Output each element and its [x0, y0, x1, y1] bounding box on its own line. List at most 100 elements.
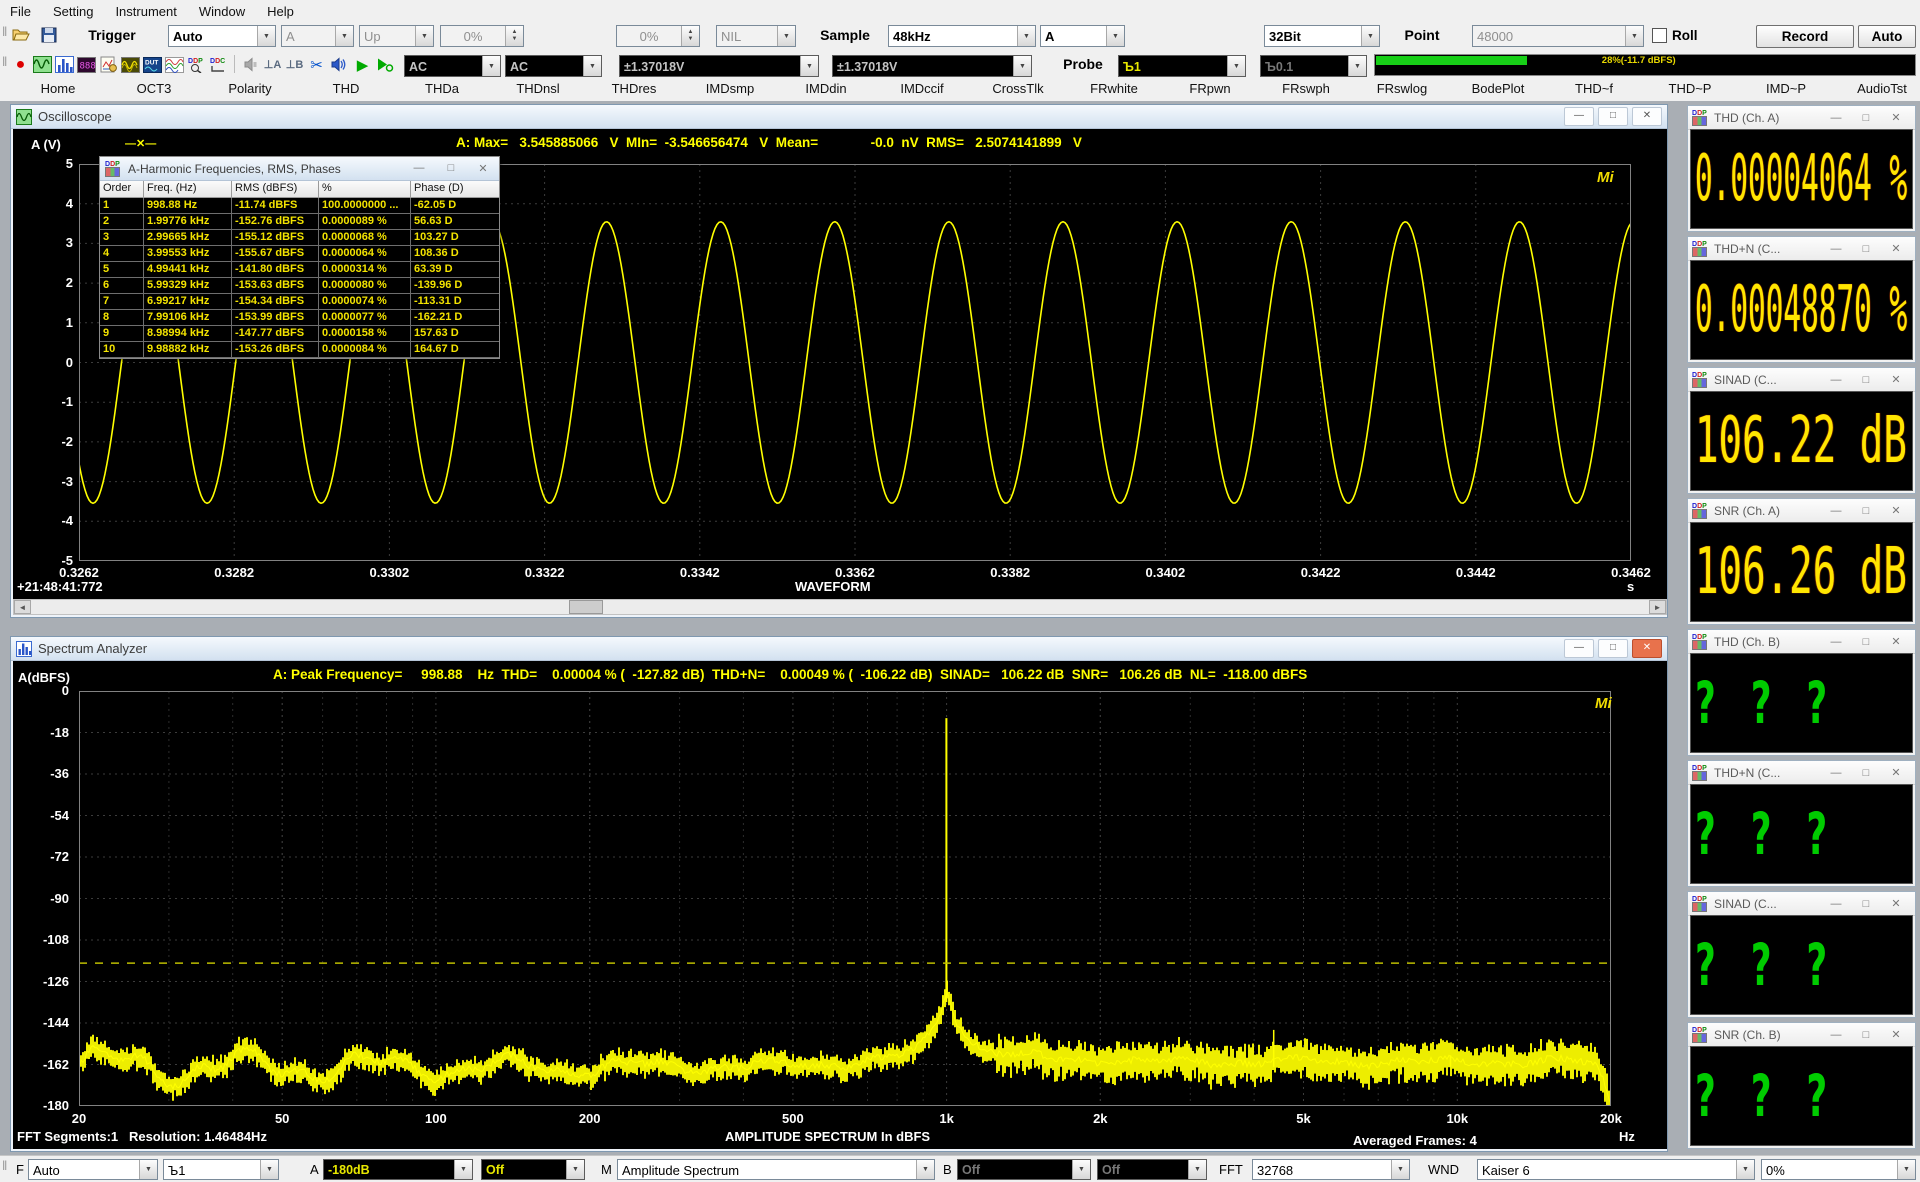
derived-data-icon[interactable]: [164, 54, 185, 75]
a-range-select[interactable]: -180dB▼: [323, 1159, 473, 1180]
maximize-button[interactable]: □: [1851, 112, 1881, 124]
view-mode-select[interactable]: Amplitude Spectrum▼: [617, 1159, 935, 1180]
maximize-button[interactable]: □: [1851, 505, 1881, 517]
chevron-down-icon[interactable]: ▼: [1897, 1160, 1915, 1179]
range-b-select[interactable]: ±1.37018V▼: [832, 55, 1032, 77]
b-mode-select[interactable]: Off▼: [1097, 1159, 1207, 1180]
table-row[interactable]: 5 4.99441 kHz -141.80 dBFS 0.0000314 % 6…: [100, 262, 499, 278]
b-range-select[interactable]: Off▼: [957, 1159, 1091, 1180]
close-button[interactable]: ✕: [1881, 111, 1911, 124]
chevron-down-icon[interactable]: ▼: [482, 56, 500, 76]
chevron-down-icon[interactable]: ▼: [566, 1160, 584, 1179]
record-button[interactable]: Record: [1756, 25, 1854, 48]
close-button[interactable]: ✕: [1881, 766, 1911, 779]
chevron-down-icon[interactable]: ▼: [139, 1160, 157, 1179]
roll-checkbox[interactable]: Roll: [1652, 28, 1698, 43]
table-row[interactable]: 3 2.99665 kHz -155.12 dBFS 0.0000068 % 1…: [100, 230, 499, 246]
data-logger-icon[interactable]: [98, 54, 119, 75]
maximize-button[interactable]: □: [1851, 898, 1881, 910]
table-row[interactable]: 4 3.99553 kHz -155.67 dBFS 0.0000064 % 1…: [100, 246, 499, 262]
chevron-down-icon[interactable]: ▼: [1227, 56, 1245, 76]
ddp-panel-titlebar[interactable]: DDP SINAD (C... — □ ✕: [1688, 368, 1915, 392]
fft-size-select[interactable]: 32768▼: [1252, 1159, 1410, 1180]
hotkey-tab[interactable]: IMDsmp: [682, 78, 778, 101]
minimize-button[interactable]: —: [1821, 767, 1851, 779]
hotkey-tab[interactable]: THD: [298, 78, 394, 101]
hotkey-tab[interactable]: BodePlot: [1450, 78, 1546, 101]
table-row[interactable]: 10 9.98882 kHz -153.26 dBFS 0.0000084 % …: [100, 342, 499, 358]
menu-item[interactable]: Window: [199, 4, 245, 19]
record-icon[interactable]: ●: [10, 54, 31, 75]
table-column-header[interactable]: RMS (dBFS): [232, 181, 319, 198]
freq-scale-select[interactable]: Auto▼: [28, 1159, 158, 1180]
hotkey-tab[interactable]: FRpwn: [1162, 78, 1258, 101]
hotkey-tab[interactable]: OCT3: [106, 78, 202, 101]
checkbox-box[interactable]: [1652, 28, 1667, 43]
open-file-icon[interactable]: [10, 24, 31, 45]
chevron-down-icon[interactable]: ▼: [1361, 26, 1379, 46]
spectrum-plot[interactable]: [79, 691, 1611, 1106]
ground-b-icon[interactable]: ⊥B: [284, 54, 305, 75]
hotkey-tab[interactable]: THDnsl: [490, 78, 586, 101]
table-column-header[interactable]: Phase (D): [411, 181, 499, 198]
toolbar-grip[interactable]: ‖: [2, 1158, 5, 1173]
minimize-button[interactable]: —: [1564, 639, 1594, 658]
range-a-select[interactable]: ±1.37018V▼: [619, 55, 819, 77]
trigger-delay-spinner[interactable]: 0% ▲▼: [616, 25, 700, 47]
trigger-source-select[interactable]: A▼: [281, 25, 354, 47]
hotkey-tab[interactable]: THDa: [394, 78, 490, 101]
bit-depth-select[interactable]: 32Bit▼: [1264, 25, 1380, 47]
close-button[interactable]: ✕: [472, 162, 494, 175]
maximize-button[interactable]: □: [1851, 636, 1881, 648]
spectrum-analyzer-icon[interactable]: [54, 54, 75, 75]
ddp-panel-titlebar[interactable]: DDP THD (Ch. B) — □ ✕: [1688, 630, 1915, 654]
chevron-down-icon[interactable]: ▼: [1391, 1160, 1409, 1179]
oscilloscope-titlebar[interactable]: Oscilloscope — □ ✕: [11, 105, 1667, 129]
hotkey-tab[interactable]: IMDccif: [874, 78, 970, 101]
menu-item[interactable]: File: [10, 4, 31, 19]
table-row[interactable]: 8 7.99106 kHz -153.99 dBFS 0.0000077 % -…: [100, 310, 499, 326]
minimize-button[interactable]: —: [408, 162, 430, 175]
hotkey-tab[interactable]: IMDdin: [778, 78, 874, 101]
hotkey-tab[interactable]: THD~f: [1546, 78, 1642, 101]
maximize-button[interactable]: □: [1851, 243, 1881, 255]
freq-probe-select[interactable]: Ъ1▼: [163, 1159, 279, 1180]
chevron-down-icon[interactable]: ▼: [1106, 26, 1124, 46]
chevron-down-icon[interactable]: ▼: [454, 1160, 472, 1179]
spinner-arrows-icon[interactable]: ▲▼: [505, 26, 523, 46]
ddp-panel-titlebar[interactable]: DDP SNR (Ch. A) — □ ✕: [1688, 499, 1915, 523]
close-button[interactable]: ✕: [1881, 635, 1911, 648]
overlap-select[interactable]: 0%▼: [1761, 1159, 1916, 1180]
close-button[interactable]: ✕: [1632, 639, 1662, 658]
table-row[interactable]: 2 1.99776 kHz -152.76 dBFS 0.0000089 % 5…: [100, 214, 499, 230]
chevron-down-icon[interactable]: ▼: [583, 56, 601, 76]
hotkey-tab[interactable]: AudioTst: [1834, 78, 1920, 101]
point-count-select[interactable]: 48000▼: [1472, 25, 1644, 47]
minimize-button[interactable]: —: [1821, 505, 1851, 517]
minimize-button[interactable]: —: [1821, 636, 1851, 648]
table-column-header[interactable]: Order: [100, 181, 144, 198]
hotkey-tab[interactable]: FRswlog: [1354, 78, 1450, 101]
device-test-plan-icon[interactable]: DUT: [142, 54, 163, 75]
table-row[interactable]: 1 998.88 Hz -11.74 dBFS 100.0000000 ... …: [100, 198, 499, 214]
save-icon[interactable]: [38, 24, 59, 45]
run-icon[interactable]: ▶: [352, 54, 373, 75]
ddp-panel-titlebar[interactable]: DDP SINAD (C... — □ ✕: [1688, 892, 1915, 916]
close-button[interactable]: ✕: [1881, 1028, 1911, 1041]
ddc-icon[interactable]: DDC: [208, 54, 229, 75]
ground-a-icon[interactable]: ⊥A: [262, 54, 283, 75]
hotkey-tab[interactable]: Polarity: [202, 78, 298, 101]
table-column-header[interactable]: Freq. (Hz): [144, 181, 232, 198]
chevron-down-icon[interactable]: ▼: [260, 1160, 278, 1179]
window-function-select[interactable]: Kaiser 6▼: [1477, 1159, 1755, 1180]
spectrum-titlebar[interactable]: Spectrum Analyzer — □ ✕: [11, 637, 1667, 661]
harmonic-table-titlebar[interactable]: DDP A-Harmonic Frequencies, RMS, Phases …: [100, 157, 499, 181]
auto-scale-button[interactable]: Auto: [1858, 25, 1916, 48]
chevron-down-icon[interactable]: ▼: [1017, 26, 1035, 46]
trigger-edge-select[interactable]: Up▼: [359, 25, 434, 47]
close-button[interactable]: ✕: [1881, 897, 1911, 910]
osc-horizontal-scrollbar[interactable]: ◄ ►: [13, 599, 1667, 615]
table-column-header[interactable]: %: [319, 181, 411, 198]
ddp-viewer-icon[interactable]: DDP: [186, 54, 207, 75]
scissors-icon[interactable]: ✂: [306, 54, 327, 75]
